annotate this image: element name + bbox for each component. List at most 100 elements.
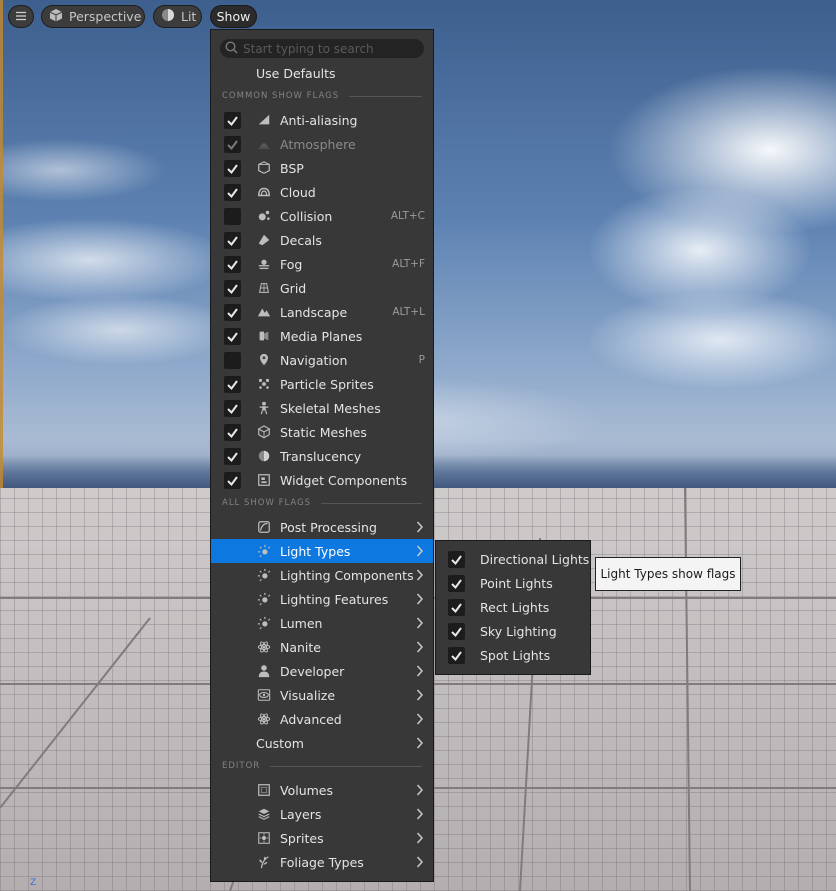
chevron-right-icon (416, 808, 424, 820)
translucency-icon (258, 450, 270, 462)
checkbox[interactable] (224, 472, 241, 489)
checkmark-icon (451, 627, 462, 638)
flag-item-fog[interactable]: Fog ALT+F (211, 252, 433, 276)
editor-item-sprites[interactable]: Sprites (211, 826, 433, 850)
flag-item-bsp[interactable]: BSP (211, 156, 433, 180)
flag-label: Navigation (280, 352, 348, 368)
flag-item-anti-aliasing[interactable]: Anti-aliasing (211, 108, 433, 132)
checkbox[interactable] (448, 647, 465, 664)
checkbox[interactable] (224, 280, 241, 297)
flag-item-cloud[interactable]: Cloud (211, 180, 433, 204)
submenu-label: Visualize (280, 687, 336, 703)
flag-item-collision[interactable]: Collision ALT+C (211, 204, 433, 228)
submenu-item-custom[interactable]: Custom (211, 731, 433, 755)
search-input[interactable] (243, 41, 413, 56)
atom-icon (257, 713, 271, 725)
checkbox[interactable] (224, 184, 241, 201)
flag-label: Grid (280, 280, 307, 296)
show-button[interactable]: Show (210, 5, 257, 28)
checkbox[interactable] (224, 328, 241, 345)
editor-item-volumes[interactable]: Volumes (211, 778, 433, 802)
flag-item-navigation[interactable]: Navigation P (211, 348, 433, 372)
search-box[interactable] (220, 39, 424, 58)
checkbox[interactable] (224, 400, 241, 417)
submenu-item-post-processing[interactable]: Post Processing (211, 515, 433, 539)
antialias-icon (258, 114, 270, 125)
perspective-button[interactable]: Perspective (41, 5, 145, 28)
checkmark-icon (227, 188, 238, 199)
light-type-rect-lights[interactable]: Rect Lights (436, 595, 590, 619)
checkbox[interactable] (224, 208, 241, 225)
flag-item-media-planes[interactable]: Media Planes (211, 324, 433, 348)
checkbox[interactable] (224, 448, 241, 465)
checkbox[interactable] (448, 599, 465, 616)
flag-item-static-meshes[interactable]: Static Meshes (211, 420, 433, 444)
submenu-label: Volumes (280, 782, 334, 798)
chevron-right-icon (416, 665, 424, 677)
light-type-label: Rect Lights (480, 599, 550, 615)
flag-label: Widget Components (280, 472, 408, 488)
use-defaults-item[interactable]: Use Defaults (211, 61, 433, 85)
light-type-directional-lights[interactable]: Directional Lights (436, 547, 590, 571)
submenu-item-visualize[interactable]: Visualize (211, 683, 433, 707)
submenu-item-lighting-features[interactable]: Lighting Features (211, 587, 433, 611)
flag-item-landscape[interactable]: Landscape ALT+L (211, 300, 433, 324)
checkbox[interactable] (448, 551, 465, 568)
light-type-label: Directional Lights (480, 551, 590, 567)
checkbox[interactable] (448, 623, 465, 640)
flag-item-particle-sprites[interactable]: Particle Sprites (211, 372, 433, 396)
flag-item-widget-components[interactable]: Widget Components (211, 468, 433, 492)
tooltip: Light Types show flags (595, 557, 741, 591)
checkbox[interactable] (224, 256, 241, 273)
submenu-item-developer[interactable]: Developer (211, 659, 433, 683)
submenu-item-lumen[interactable]: Lumen (211, 611, 433, 635)
submenu-item-nanite[interactable]: Nanite (211, 635, 433, 659)
flag-item-decals[interactable]: Decals (211, 228, 433, 252)
checkbox[interactable] (224, 160, 241, 177)
shortcut-label: P (418, 354, 425, 366)
light-type-label: Spot Lights (480, 647, 551, 663)
checkmark-icon (227, 164, 238, 175)
flag-label: BSP (280, 160, 304, 176)
section-editor-label: EDITOR (222, 761, 261, 771)
sprite-icon (258, 832, 270, 844)
lit-button[interactable]: Lit (153, 5, 202, 28)
checkbox[interactable] (224, 232, 241, 249)
checkbox[interactable] (224, 112, 241, 129)
volume-icon (258, 784, 270, 796)
flag-item-grid[interactable]: Grid (211, 276, 433, 300)
chevron-right-icon (416, 617, 424, 629)
checkmark-icon (451, 651, 462, 662)
light-type-point-lights[interactable]: Point Lights (436, 571, 590, 595)
flag-label: Fog (280, 256, 303, 272)
checkmark-icon (227, 140, 238, 151)
eye-icon (257, 689, 271, 701)
submenu-item-lighting-components[interactable]: Lighting Components (211, 563, 433, 587)
flag-item-skeletal-meshes[interactable]: Skeletal Meshes (211, 396, 433, 420)
atmosphere-icon (258, 143, 270, 149)
flag-item-atmosphere[interactable]: Atmosphere (211, 132, 433, 156)
media-planes-icon (259, 331, 269, 341)
flag-label: Media Planes (280, 328, 363, 344)
submenu-item-light-types[interactable]: Light Types (211, 539, 433, 563)
light-type-sky-lighting[interactable]: Sky Lighting (436, 619, 590, 643)
viewport-menu-button[interactable] (8, 5, 34, 28)
flag-label: Collision (280, 208, 333, 224)
editor-item-layers[interactable]: Layers (211, 802, 433, 826)
submenu-label: Lighting Features (280, 591, 389, 607)
light-type-spot-lights[interactable]: Spot Lights (436, 643, 590, 667)
checkmark-icon (227, 332, 238, 343)
checkbox[interactable] (224, 352, 241, 369)
section-editor: EDITOR (222, 759, 422, 773)
checkbox[interactable] (448, 575, 465, 592)
flag-item-translucency[interactable]: Translucency (211, 444, 433, 468)
checkbox[interactable] (224, 376, 241, 393)
submenu-item-advanced[interactable]: Advanced (211, 707, 433, 731)
particle-icon (258, 378, 270, 389)
checkbox[interactable] (224, 136, 241, 153)
axis-z-label: Z (30, 878, 37, 888)
checkbox[interactable] (224, 304, 241, 321)
checkbox[interactable] (224, 424, 241, 441)
editor-item-foliage-types[interactable]: Foliage Types (211, 850, 433, 874)
viewport-edge (0, 0, 3, 488)
